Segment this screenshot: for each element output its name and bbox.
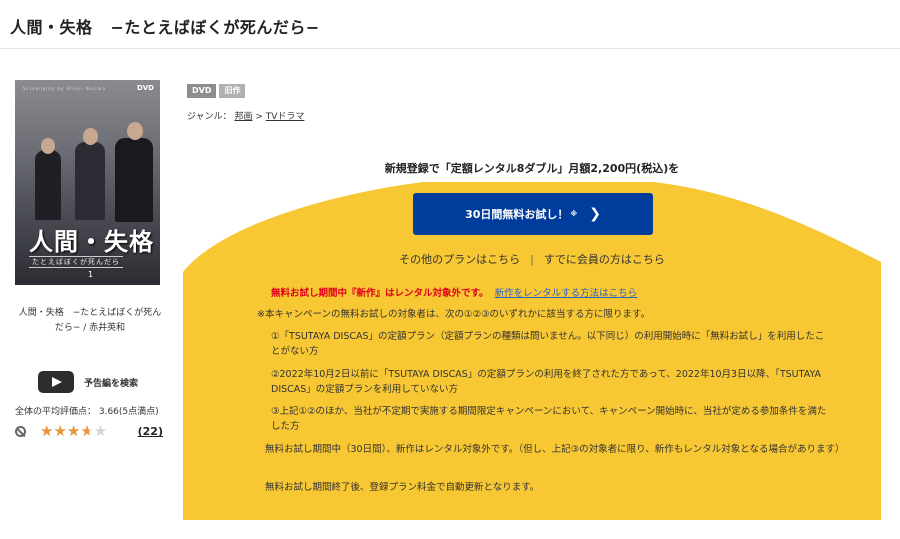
title-main: 人間・失格 (10, 18, 93, 37)
notice-warning: 無料お試し期間中『新作』はレンタル対象外です。 (271, 288, 489, 299)
cover-face-middle (83, 128, 98, 145)
cover-figure-left (35, 150, 61, 220)
cover-face-left (41, 138, 55, 154)
not-interested-icon[interactable] (15, 426, 26, 437)
genre-link-japanese-film[interactable]: 邦画 (234, 112, 252, 122)
title-sub: −たとえばぼくが死んだら− (110, 18, 320, 37)
trial-note-1: 無料お試し期間中（30日間）、新作はレンタル対象外です。（但し、上記③の対象者に… (265, 444, 845, 455)
free-trial-note-mark: ※ (570, 210, 578, 218)
condition-3: ③上記①②のほか、当社が不定期で実施する期間限定キャンペーンにおいて、キャンペー… (271, 406, 827, 432)
header-divider (0, 48, 900, 49)
badge-old-release: 旧作 (219, 84, 246, 98)
free-trial-label: 30日間無料お試し！ (465, 208, 569, 221)
cover-figure-right (115, 138, 153, 222)
plan-links: その他のプランはこちら | すでに会員の方はこちら (183, 251, 881, 267)
average-rating-text: 全体の平均評価点： 3.66(5点満点) (15, 407, 159, 417)
genre-arrow: > (255, 112, 263, 122)
trailer-search-button[interactable]: 予告編を検索 (38, 371, 138, 393)
member-login-link[interactable]: すでに会員の方はこちら (544, 253, 665, 266)
condition-1: ①「TSUTAYA DISCAS」の定額プラン（定額プランの種類は問いません。以… (271, 331, 825, 357)
condition-2: ②2022年10月2日以前に「TSUTAYA DISCAS」の定額プランの利用を… (271, 369, 822, 395)
cover-credit-text: Screenplay by Shinji Nojima (23, 86, 106, 91)
new-release-notice: 無料お試し期間中『新作』はレンタル対象外です。 新作をレンタルする方法はこちら (271, 285, 637, 299)
condition-intro: ※本キャンペーンの無料お試しの対象者は、次の①②③のいずれかに該当する方に限りま… (257, 309, 651, 320)
link-separator: | (530, 253, 534, 266)
badge-dvd: DVD (187, 84, 217, 98)
cover-title: 人間・失格 (29, 227, 154, 256)
genre-link-tv-drama[interactable]: TVドラマ (266, 112, 305, 122)
free-trial-button[interactable]: 30日間無料お試し！ ※ ❯ (413, 193, 653, 235)
cover-dvd-logo: DVD (136, 84, 154, 92)
cover-subtitle: たとえばぼくが死んだら (29, 256, 123, 268)
rating-row: ★★★★★ ★★★★★ (22) (15, 424, 163, 439)
title-credits: 人間・失格 −たとえばぼくが死んだら− / 赤井英和 (18, 308, 162, 333)
trailer-search-label: 予告編を検索 (84, 378, 139, 389)
genre-label: ジャンル： (187, 112, 232, 122)
cover-face-right (127, 122, 143, 140)
cover-volume: 1 (88, 270, 94, 279)
campaign-headline: 新規登録で「定額レンタル8ダブル」月額2,200円(税込)を (384, 162, 680, 175)
new-release-rental-link[interactable]: 新作をレンタルする方法はこちら (495, 288, 638, 299)
dvd-cover-image[interactable]: Screenplay by Shinji Nojima DVD 人間・失格 たと… (15, 80, 160, 285)
star-rating-fill: ★★★★★ (40, 424, 90, 439)
review-count-link[interactable]: (22) (138, 425, 163, 438)
other-plans-link[interactable]: その他のプランはこちら (399, 253, 520, 266)
star-rating: ★★★★★ ★★★★★ (40, 424, 107, 439)
youtube-play-icon (38, 371, 74, 393)
chevron-right-icon: ❯ (589, 206, 601, 222)
format-badges: DVD 旧作 (187, 84, 246, 98)
page-title: 人間・失格 −たとえばぼくが死んだら− (10, 14, 320, 38)
genre-breadcrumb: ジャンル： 邦画 > TVドラマ (187, 109, 304, 122)
cover-figure-middle (75, 142, 105, 220)
trial-note-2: 無料お試し期間終了後、登録プラン料金で自動更新となります。 (265, 482, 540, 493)
